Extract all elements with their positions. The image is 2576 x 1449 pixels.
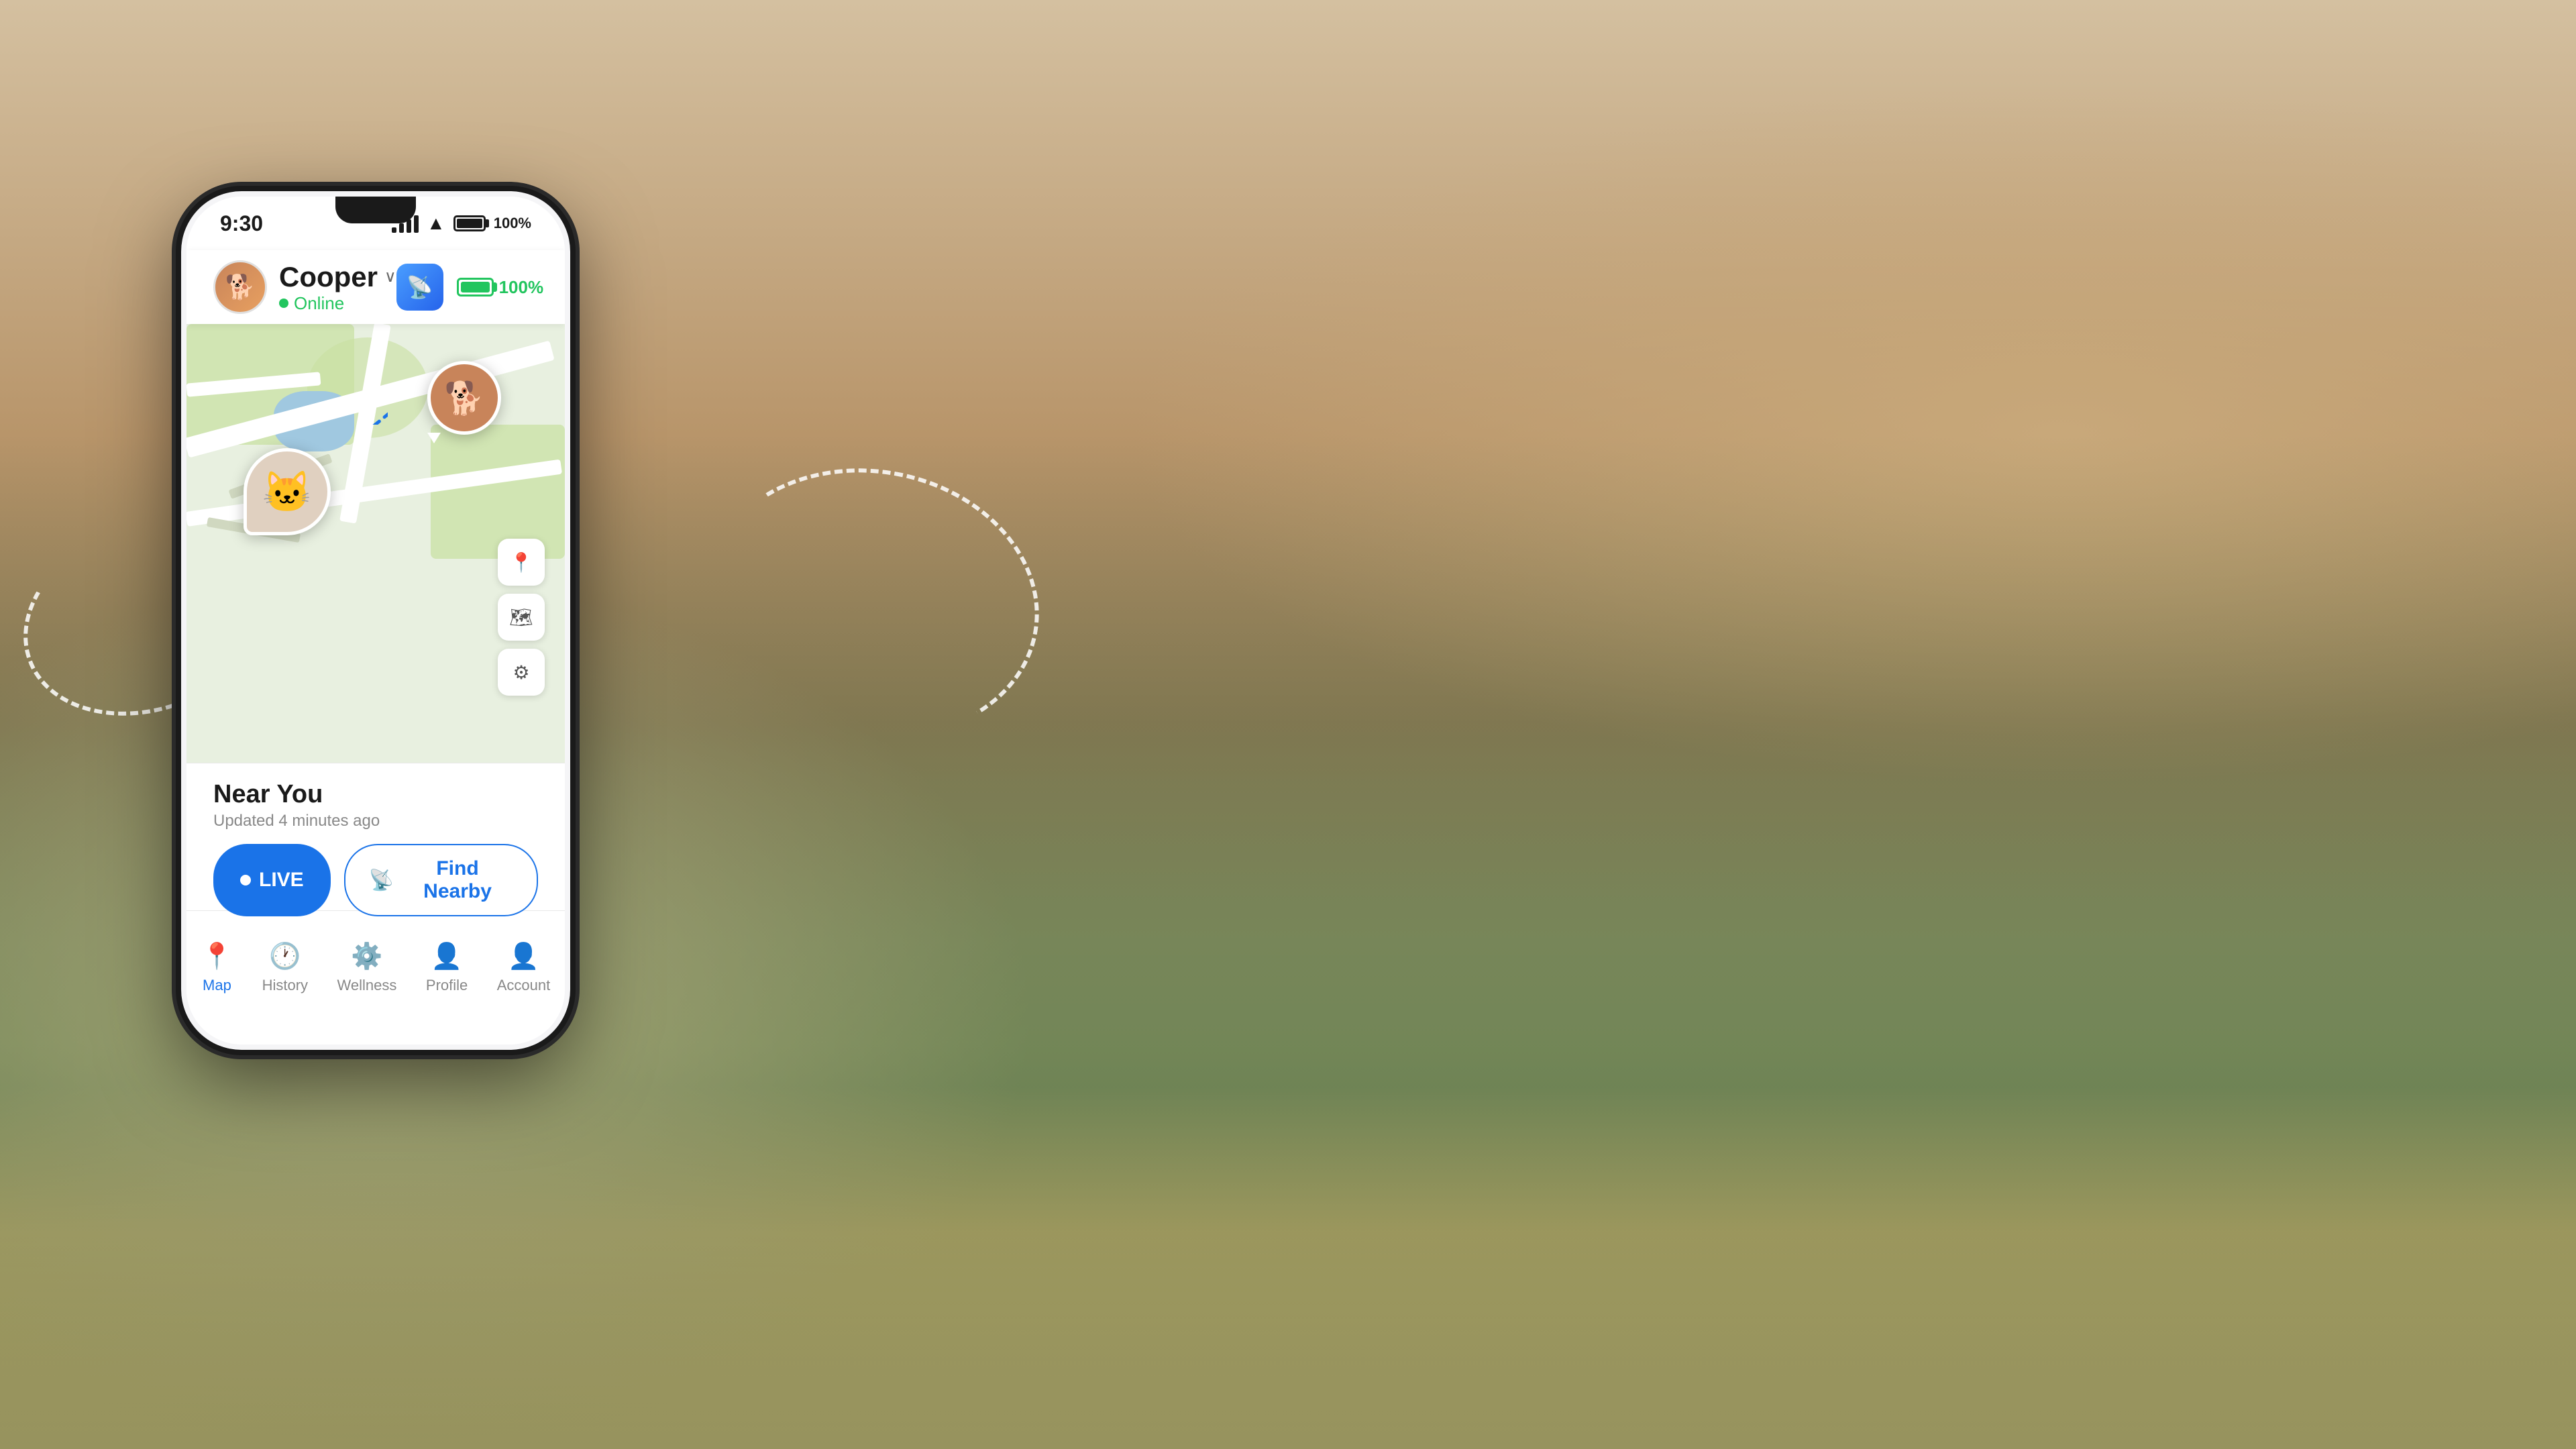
nav-item-map[interactable]: 📍 Map: [201, 942, 233, 994]
online-status-dot: [279, 299, 288, 308]
nav-item-wellness[interactable]: ⚙️ Wellness: [337, 942, 397, 994]
dog-location-marker: 🐕: [427, 361, 501, 443]
nav-item-account[interactable]: 👤 Account: [497, 942, 551, 994]
phone-notch: [335, 197, 416, 223]
phone-screen: 9:30 ▲ 100%: [186, 197, 565, 1044]
battery-percent: 100%: [494, 215, 531, 232]
signal-bar-2: [399, 223, 404, 233]
status-time: 9:30: [220, 211, 263, 236]
dog-avatar: 🐕: [427, 361, 501, 435]
device-battery-fill: [461, 282, 490, 292]
nav-item-profile[interactable]: 👤 Profile: [426, 942, 468, 994]
account-nav-label: Account: [497, 977, 551, 994]
nav-item-history[interactable]: 🕐 History: [262, 942, 308, 994]
dropdown-arrow-icon[interactable]: ∨: [384, 267, 396, 286]
bottom-nav: 📍 Map 🕐 History ⚙️ Wellness 👤 Profile 👤: [186, 910, 565, 1044]
find-nearby-icon: 📡: [369, 869, 394, 892]
live-button[interactable]: LIVE: [213, 844, 331, 916]
location-button[interactable]: 📍: [498, 539, 545, 586]
map-nav-icon: 📍: [201, 942, 233, 971]
profile-nav-label: Profile: [426, 977, 468, 994]
phone-body: 9:30 ▲ 100%: [181, 191, 570, 1050]
cat-avatar: 🐱: [244, 448, 331, 535]
action-buttons: LIVE 📡 Find Nearby: [213, 844, 538, 916]
map-controls: 📍 🗺 ⚙: [498, 539, 545, 696]
status-row: Online: [279, 293, 396, 314]
app-header: 🐕 Cooper ∨ Online 📡: [186, 250, 565, 324]
battery-fill: [457, 219, 482, 228]
map-nav-label: Map: [203, 977, 231, 994]
phone-mockup: 9:30 ▲ 100%: [181, 191, 570, 1050]
wellness-nav-label: Wellness: [337, 977, 397, 994]
battery-display: 100%: [457, 277, 544, 298]
marker-pin: [427, 433, 441, 443]
history-nav-icon: 🕐: [269, 942, 301, 971]
signal-bar-1: [392, 227, 396, 233]
cat-location-marker: 🐱: [244, 448, 331, 535]
pet-name-row: Cooper ∨: [279, 261, 396, 293]
near-you-title: Near You: [213, 780, 538, 809]
wellness-nav-icon: ⚙️: [351, 942, 382, 971]
pet-details: Cooper ∨ Online: [279, 261, 396, 314]
signal-bar-3: [407, 219, 411, 233]
wifi-icon: ▲: [427, 213, 445, 234]
account-nav-icon: 👤: [508, 942, 539, 971]
battery-icon: [453, 215, 486, 231]
pet-info: 🐕 Cooper ∨ Online: [213, 260, 396, 314]
find-nearby-label: Find Nearby: [402, 857, 513, 903]
device-battery-icon: [457, 278, 494, 297]
live-indicator-dot: [240, 875, 251, 885]
find-nearby-button[interactable]: 📡 Find Nearby: [344, 844, 538, 916]
layers-button[interactable]: 🗺: [498, 594, 545, 641]
pet-avatar: 🐕: [213, 260, 267, 314]
history-nav-label: History: [262, 977, 308, 994]
signal-bar-4: [414, 215, 419, 233]
profile-nav-icon: 👤: [431, 942, 462, 971]
device-battery-percent: 100%: [499, 277, 544, 298]
updated-text: Updated 4 minutes ago: [213, 812, 538, 830]
live-button-label: LIVE: [259, 869, 304, 892]
info-panel: Near You Updated 4 minutes ago LIVE 📡 Fi…: [186, 763, 565, 910]
tracker-icon: 📡: [396, 264, 443, 311]
online-status-text: Online: [294, 293, 344, 314]
header-right: 📡 100%: [396, 264, 544, 311]
settings-map-button[interactable]: ⚙: [498, 649, 545, 696]
pet-name: Cooper: [279, 261, 378, 293]
